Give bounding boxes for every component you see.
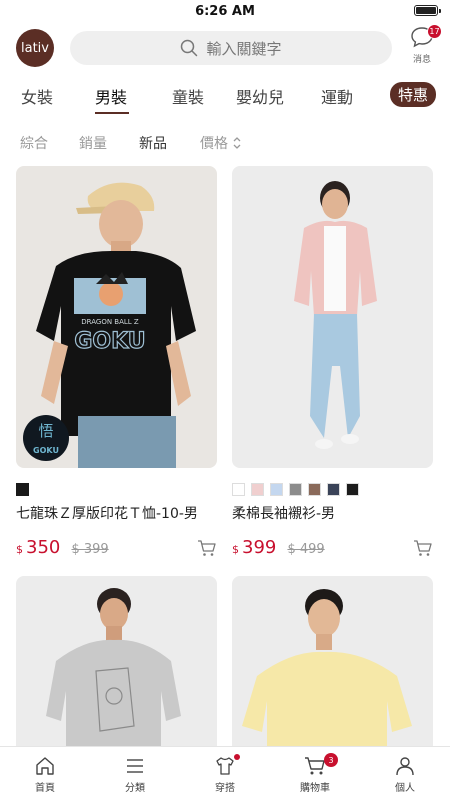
- svg-text:DRAGON BALL Z: DRAGON BALL Z: [81, 318, 139, 326]
- current-price: $399: [232, 537, 276, 558]
- color-swatch[interactable]: [270, 483, 283, 496]
- product-name[interactable]: 柔棉長袖襯衫-男: [232, 503, 433, 523]
- sort-bar: 綜合 銷量 新品 價格: [0, 130, 450, 154]
- color-swatch[interactable]: [289, 483, 302, 496]
- price-row: $399 $ 499: [232, 537, 433, 561]
- color-swatch[interactable]: [16, 483, 29, 496]
- sort-price[interactable]: 價格: [200, 133, 242, 153]
- search-icon: [181, 39, 198, 57]
- header: lativ 輸入關鍵字 17 消息: [0, 24, 450, 72]
- product-image[interactable]: DRAGON BALL Z GOKU 悟 GOKU: [16, 166, 217, 468]
- tab-outfits[interactable]: 穿搭: [180, 747, 270, 800]
- tab-sports[interactable]: 運動: [321, 84, 353, 108]
- product-photo-yellow-tee-model: [242, 589, 412, 756]
- cart-badge: 3: [324, 753, 338, 767]
- tab-profile[interactable]: 個人: [360, 747, 450, 800]
- search-input[interactable]: 輸入關鍵字: [70, 31, 392, 65]
- color-swatch[interactable]: [327, 483, 340, 496]
- battery-icon: [414, 5, 441, 16]
- bottom-tab-bar: 首頁 分類 穿搭 3 購物車 個人: [0, 746, 450, 800]
- sort-overall[interactable]: 綜合: [20, 133, 48, 153]
- home-icon: [36, 757, 54, 775]
- messages-button[interactable]: 17 消息: [408, 24, 442, 65]
- tshirt-icon: [216, 757, 234, 775]
- currency-symbol: $: [16, 543, 23, 556]
- product-image[interactable]: [16, 576, 217, 756]
- status-bar: 6:26 AM: [0, 0, 450, 22]
- product-photo-printed-tee-model: [46, 588, 181, 756]
- tab-baby[interactable]: 嬰幼兒: [236, 84, 284, 108]
- svg-text:GOKU: GOKU: [33, 446, 59, 455]
- product-card[interactable]: [232, 576, 433, 756]
- active-tab-underline: [95, 112, 129, 114]
- product-card[interactable]: [16, 576, 217, 756]
- color-swatch[interactable]: [251, 483, 264, 496]
- original-price: $ 399: [71, 542, 109, 557]
- tab-men[interactable]: 男裝: [95, 84, 127, 108]
- sort-new[interactable]: 新品: [139, 133, 167, 153]
- product-image[interactable]: [232, 166, 433, 468]
- color-swatches: [16, 483, 217, 496]
- tab-outfits-label: 穿搭: [215, 783, 235, 794]
- product-image[interactable]: [232, 576, 433, 756]
- sort-price-label: 價格: [200, 136, 228, 152]
- add-to-cart-icon[interactable]: [197, 539, 217, 557]
- svg-text:悟: 悟: [38, 422, 53, 440]
- tab-categories[interactable]: 分類: [90, 747, 180, 800]
- color-swatch[interactable]: [308, 483, 321, 496]
- current-price: $350: [16, 537, 60, 558]
- price-value: 350: [26, 537, 61, 558]
- tab-profile-label: 個人: [395, 783, 415, 794]
- tab-kids[interactable]: 童裝: [172, 84, 204, 108]
- category-tabs: 女裝 男裝 童裝 嬰幼兒 運動 特惠: [0, 80, 450, 116]
- tab-special-offer[interactable]: 特惠: [389, 82, 436, 107]
- tab-home-label: 首頁: [35, 783, 55, 794]
- original-price: $ 499: [287, 542, 325, 557]
- color-swatch[interactable]: [346, 483, 359, 496]
- sort-toggle-icon: [233, 137, 241, 149]
- currency-symbol: $: [232, 543, 239, 556]
- product-photo-shirt-model: [294, 181, 377, 449]
- price-row: $350 $ 399: [16, 537, 217, 561]
- messages-badge: 17: [427, 24, 442, 39]
- price-value: 399: [242, 537, 277, 558]
- color-swatch[interactable]: [232, 483, 245, 496]
- menu-icon: [127, 759, 143, 773]
- sort-sales[interactable]: 銷量: [79, 133, 107, 153]
- lativ-logo[interactable]: lativ: [16, 29, 54, 67]
- status-time: 6:26 AM: [195, 3, 255, 19]
- search-placeholder: 輸入關鍵字: [206, 39, 282, 58]
- notification-dot: [234, 754, 240, 760]
- tab-cart[interactable]: 3 購物車: [270, 747, 360, 800]
- product-card[interactable]: DRAGON BALL Z GOKU 悟 GOKU 七龍珠Ｚ厚版印花Ｔ恤-10-…: [16, 166, 217, 561]
- product-name[interactable]: 七龍珠Ｚ厚版印花Ｔ恤-10-男: [16, 503, 217, 523]
- tab-cart-label: 購物車: [300, 783, 330, 794]
- tab-women[interactable]: 女裝: [21, 84, 53, 108]
- product-card[interactable]: 柔棉長袖襯衫-男 $399 $ 499: [232, 166, 433, 561]
- tab-categories-label: 分類: [125, 783, 145, 794]
- tab-home[interactable]: 首頁: [0, 747, 90, 800]
- user-icon: [396, 757, 414, 776]
- color-swatches: [232, 483, 433, 496]
- add-to-cart-icon[interactable]: [413, 539, 433, 557]
- messages-label: 消息: [412, 55, 431, 65]
- svg-text:GOKU: GOKU: [74, 329, 145, 354]
- product-photo-tshirt-model: DRAGON BALL Z GOKU 悟 GOKU: [23, 182, 196, 468]
